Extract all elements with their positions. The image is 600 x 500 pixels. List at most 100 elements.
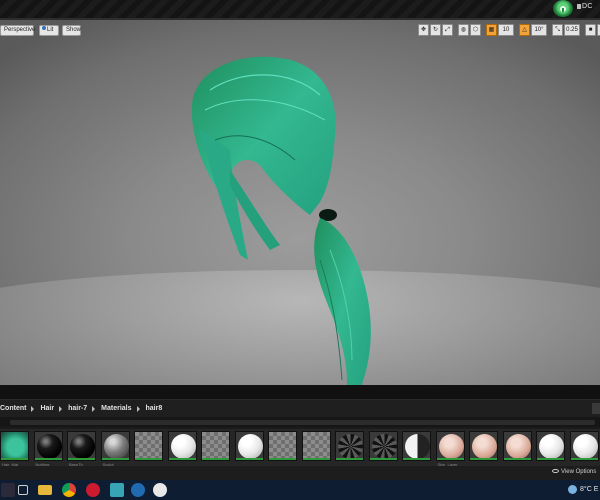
asset-thumbnail[interactable] (100, 431, 130, 461)
asset-thumbnail[interactable] (502, 431, 532, 461)
asset-type-bar (503, 458, 531, 460)
globe-icon: ◍ (460, 27, 467, 33)
breadcrumb-arrow-icon[interactable] (136, 405, 140, 412)
content-browser-path-bar: Content Hair hair-7 Materials hair8 (0, 399, 600, 417)
asset-type-bar (436, 458, 464, 460)
skin-sphere-icon (505, 434, 531, 459)
surface-snap-icon: ⬡ (472, 27, 479, 33)
content-browser-footer (0, 466, 600, 480)
grid-snap-toggle[interactable]: ▦ (486, 24, 497, 36)
breadcrumb-hair[interactable]: Hair (40, 405, 54, 412)
scale-snap-icon: ⤡ (555, 27, 560, 33)
asset-type-bar (470, 458, 497, 460)
start-icon[interactable] (1, 483, 15, 497)
cinema-icon[interactable] (131, 483, 145, 497)
lit-sphere-icon (42, 26, 46, 30)
grey-sphere-icon (103, 434, 129, 459)
perspective-label: Perspective (4, 27, 36, 33)
viewport-toolbar: ✥ ↻ ⤢ ◍ ⬡ ▦ 10 △ 10° ⤡ 0.25 ■ 2 (418, 24, 600, 36)
search-filter-field[interactable] (10, 420, 595, 425)
black-sphere-icon (36, 434, 62, 459)
coordinate-space-button[interactable]: ◍ (458, 24, 469, 36)
asset-thumbnail[interactable] (335, 431, 364, 461)
asset-type-bar (68, 458, 95, 460)
history-forward-button[interactable] (592, 403, 600, 414)
panel-divider (0, 385, 600, 399)
grid-snap-value-label: 10 (502, 27, 510, 33)
split-sphere-icon (405, 434, 430, 459)
translate-icon: ✥ (420, 27, 427, 33)
surface-snap-button[interactable]: ⬡ (470, 24, 481, 36)
weather-icon[interactable] (568, 485, 577, 494)
file-explorer-icon[interactable] (38, 485, 52, 495)
opera-icon[interactable] (86, 483, 100, 497)
white-sphere-icon (572, 434, 598, 459)
scale-snap-value[interactable]: 0.25 (564, 24, 580, 36)
filter-bar (0, 417, 600, 427)
rotate-snap-toggle[interactable]: △ (519, 24, 530, 36)
asset-type-bar (403, 458, 430, 460)
unreal-icon[interactable] (153, 483, 167, 497)
asset-type-bar (570, 458, 598, 460)
asset-thumbnail[interactable] (134, 431, 163, 461)
editor-title-bar: DC (0, 0, 600, 20)
asset-type-bar (336, 458, 363, 460)
asset-thumbnail[interactable] (368, 431, 398, 461)
asset-thumbnail[interactable] (469, 431, 498, 461)
asset-thumbnail[interactable] (536, 431, 565, 461)
hair-mesh-render[interactable] (170, 50, 400, 385)
show-label: Show (66, 27, 82, 33)
scale-snap-toggle[interactable]: ⤡ (552, 24, 563, 36)
asset-thumbnail[interactable] (167, 431, 197, 461)
maya-icon[interactable] (110, 483, 124, 497)
asset-type-bar (235, 458, 263, 460)
rotate-snap-icon: △ (522, 27, 527, 33)
asset-type-bar (302, 458, 330, 460)
lit-label: Lit (47, 27, 54, 33)
asset-thumbnail[interactable] (301, 431, 331, 461)
lit-mode-button[interactable]: Lit (39, 25, 59, 36)
grid-snap-value[interactable]: 10 (498, 24, 514, 36)
asset-thumbnail[interactable] (234, 431, 264, 461)
temperature-label: 8°C E (580, 486, 599, 493)
camera-speed-button[interactable]: ■ (585, 24, 596, 36)
breadcrumb-materials[interactable]: Materials (101, 405, 131, 412)
rotate-snap-value[interactable]: 10° (531, 24, 547, 36)
asset-grid: Hair_Mat Nothing BaseTh Sculpt Skin_Layer (0, 429, 600, 467)
asset-type-bar (202, 458, 229, 460)
asset-thumbnail[interactable] (33, 431, 63, 461)
asset-type-bar (101, 458, 129, 460)
rotate-tool-button[interactable]: ↻ (430, 24, 441, 36)
asset-thumbnail[interactable] (569, 431, 599, 461)
scale-tool-button[interactable]: ⤢ (442, 24, 453, 36)
black-sphere-icon (70, 434, 95, 459)
asset-thumbnail[interactable] (268, 431, 297, 461)
asset-thumbnail[interactable] (435, 431, 465, 461)
rotate-icon: ↻ (432, 27, 439, 33)
eye-icon (552, 469, 559, 473)
translate-tool-button[interactable]: ✥ (418, 24, 429, 36)
scale-icon: ⤢ (445, 27, 450, 33)
level-viewport[interactable]: Perspective Lit Show ✥ ↻ ⤢ ◍ ⬡ ▦ 10 △ 10… (0, 20, 600, 385)
asset-thumbnail[interactable] (0, 431, 29, 461)
chrome-icon[interactable] (62, 483, 76, 497)
view-options-button[interactable]: View Options (552, 469, 596, 475)
asset-thumbnail[interactable] (201, 431, 230, 461)
white-sphere-icon (237, 434, 263, 459)
breadcrumb-arrow-icon[interactable] (31, 405, 35, 412)
dark-patterned-sphere-icon (338, 434, 363, 459)
breadcrumb-hair8[interactable]: hair8 (146, 405, 163, 412)
breadcrumb-content[interactable]: Content (0, 405, 26, 412)
dark-patterned-sphere-icon (371, 434, 397, 459)
task-view-icon[interactable] (18, 485, 28, 495)
asset-thumbnail[interactable] (402, 431, 431, 461)
asset-thumbnail[interactable] (67, 431, 96, 461)
show-button[interactable]: Show (62, 25, 81, 36)
breadcrumb-arrow-icon[interactable] (59, 405, 63, 412)
breadcrumb-hair-7[interactable]: hair-7 (68, 405, 87, 412)
breadcrumb-arrow-icon[interactable] (92, 405, 96, 412)
source-control-button[interactable] (553, 0, 573, 17)
perspective-button[interactable]: Perspective (0, 25, 36, 36)
asset-type-bar (34, 458, 62, 460)
source-control-icon (560, 6, 566, 12)
